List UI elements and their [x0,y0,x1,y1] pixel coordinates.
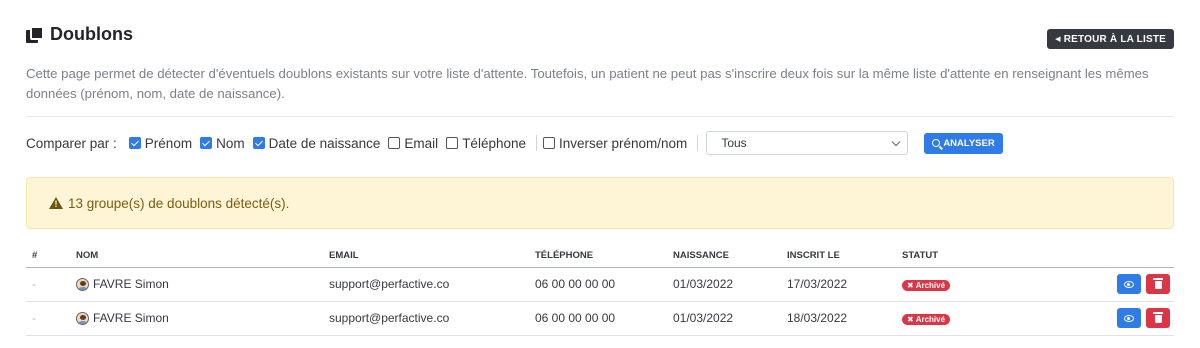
checkbox-nom[interactable]: Nom [200,136,245,151]
checkbox-unchecked-icon[interactable] [388,137,401,149]
status-select-value: Tous [721,136,747,150]
column-header-email[interactable]: EMAIL [323,245,529,268]
row-status-cell: ✖ Archivé [896,267,1096,302]
table-row: - FAVRE Simon support@perfactive.co 06 0… [26,267,1174,302]
status-badge: ✖ Archivé [902,314,951,325]
checkbox-prenom-label: Prénom [144,135,193,151]
checkbox-checked-icon[interactable] [200,137,213,149]
close-icon: ✖ [907,281,914,290]
warning-icon [49,197,63,209]
checkbox-email[interactable]: Email [388,136,438,151]
duplicates-alert: 13 groupe(s) de doublons détecté(s). [26,177,1174,229]
table-header-row: # NOM EMAIL TÉLÉPHONE NAISSANCE INSCRIT … [26,245,1174,268]
checkbox-nom-label: Nom [216,135,245,151]
compare-filters: Comparer par : Prénom Nom Date de naissa… [26,131,1003,155]
row-name: FAVRE Simon [93,277,169,291]
status-badge-label: Archivé [915,281,946,290]
delete-button[interactable] [1146,308,1170,328]
row-birth: 01/03/2022 [667,301,781,336]
checkbox-date-naissance[interactable]: Date de naissance [252,135,381,151]
checkbox-unchecked-icon[interactable] [446,137,459,149]
checkbox-invert-names[interactable]: Inverser prénom/nom [543,136,687,151]
duplicates-alert-text: 13 groupe(s) de doublons détecté(s). [68,195,290,211]
checkbox-date-naissance-label: Date de naissance [268,135,381,151]
checkbox-telephone-label: Téléphone [462,135,526,151]
row-email: support@perfactive.co [323,267,529,302]
row-email: support@perfactive.co [323,301,529,336]
analyse-button-label: ANALYSER [943,137,995,149]
analyse-button[interactable]: ANALYSER [924,132,1003,154]
column-header-phone[interactable]: TÉLÉPHONE [529,245,667,268]
checkbox-telephone[interactable]: Téléphone [446,136,526,151]
caret-left-icon: ◀ [1055,36,1061,43]
row-actions [1096,267,1174,302]
search-icon [932,139,941,147]
row-actions [1096,301,1174,336]
status-badge-label: Archivé [915,315,946,324]
row-name: FAVRE Simon [93,311,169,325]
duplicates-table: # NOM EMAIL TÉLÉPHONE NAISSANCE INSCRIT … [26,245,1174,336]
checkbox-prenom[interactable]: Prénom [128,135,193,151]
column-header-number: # [26,245,70,268]
column-header-birth[interactable]: NAISSANCE [667,245,781,268]
row-phone: 06 00 00 00 00 [529,267,667,302]
page-title-text: Doublons [50,24,133,44]
eye-icon [1124,280,1134,288]
checkbox-email-label: Email [404,135,439,151]
close-icon: ✖ [907,315,914,324]
back-to-list-label: RETOUR À LA LISTE [1063,33,1166,45]
status-badge: ✖ Archivé [902,280,951,291]
checkbox-invert-names-label: Inverser prénom/nom [559,135,688,151]
row-name-cell: FAVRE Simon [70,267,323,302]
avatar-icon [76,311,89,325]
status-select[interactable]: Tous [706,131,909,155]
separator [697,135,699,151]
column-header-status[interactable]: STATUT [896,245,1096,268]
separator [536,135,537,151]
column-header-name[interactable]: NOM [70,245,323,268]
row-birth: 01/03/2022 [667,267,781,302]
page-title: Doublons [26,24,1174,45]
row-status-cell: ✖ Archivé [896,301,1096,336]
trash-icon [1153,278,1163,289]
delete-button[interactable] [1146,274,1170,294]
checkbox-checked-icon[interactable] [252,137,265,149]
row-registered: 18/03/2022 [781,301,896,336]
copy-icon [26,25,44,44]
page-description: Cette page permet de détecter d'éventuel… [26,66,1149,101]
checkbox-unchecked-icon[interactable] [543,137,555,149]
column-header-actions [1096,245,1174,268]
avatar-icon [76,277,89,291]
table-row: - FAVRE Simon support@perfactive.co 06 0… [26,301,1174,336]
compare-label: Comparer par : [26,135,117,151]
back-to-list-button[interactable]: ◀ RETOUR À LA LISTE [1047,29,1174,49]
divider [26,116,1174,117]
page-header: Doublons ◀ RETOUR À LA LISTE [26,24,1174,52]
row-registered: 17/03/2022 [781,267,896,302]
row-name-cell: FAVRE Simon [70,301,323,336]
view-button[interactable] [1117,308,1141,328]
view-button[interactable] [1117,274,1141,294]
row-number: - [26,301,70,336]
row-number: - [26,267,70,302]
chevron-down-icon [892,137,901,146]
trash-icon [1153,312,1163,323]
column-header-registered[interactable]: INSCRIT LE [781,245,896,268]
checkbox-checked-icon[interactable] [128,137,141,149]
eye-icon [1124,314,1134,322]
row-phone: 06 00 00 00 00 [529,301,667,336]
